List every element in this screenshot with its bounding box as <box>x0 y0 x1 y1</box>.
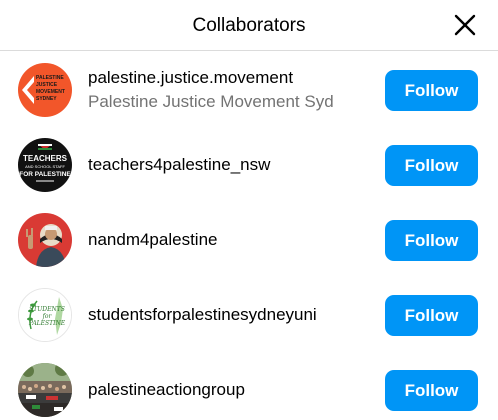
list-item: palestineactiongroup Follow <box>0 352 498 420</box>
follow-button[interactable]: Follow <box>385 295 478 336</box>
user-names: teachers4palestine_nsw <box>88 127 368 202</box>
avatar[interactable] <box>18 213 72 267</box>
username[interactable]: teachers4palestine_nsw <box>88 155 270 175</box>
avatar-text-line: JUSTICE <box>36 82 58 88</box>
dialog-header: Collaborators <box>0 0 498 51</box>
full-name: Palestine Justice Movement Syd <box>88 92 334 111</box>
avatar[interactable]: TEACHERS AND SCHOOL STAFF FOR PALESTINE <box>18 138 72 192</box>
follow-button[interactable]: Follow <box>385 220 478 261</box>
user-names: palestineactiongroup <box>88 352 368 420</box>
avatar-text-line: PALESTINE <box>36 75 64 81</box>
collaborators-dialog: Collaborators PALESTINE JUSTICE MOVEMENT… <box>0 0 498 420</box>
list-item: nandm4palestine Follow <box>0 202 498 277</box>
avatar-text-line: PALESTINE <box>28 320 66 327</box>
username[interactable]: palestine.justice.movement <box>88 68 293 88</box>
list-item: PALESTINE JUSTICE MOVEMENT SYDNEY palest… <box>0 52 498 127</box>
avatar-text-line: AND SCHOOL STAFF <box>25 164 65 169</box>
follow-button[interactable]: Follow <box>385 145 478 186</box>
avatar-text-line: FOR PALESTINE <box>19 171 71 178</box>
user-names: nandm4palestine <box>88 202 368 277</box>
avatar-text-line: SYDNEY <box>36 96 57 102</box>
list-item: TEACHERS AND SCHOOL STAFF FOR PALESTINE … <box>0 127 498 202</box>
avatar-text-line: STUDENTS <box>29 306 65 313</box>
follow-button[interactable]: Follow <box>385 70 478 111</box>
username[interactable]: palestineactiongroup <box>88 380 245 400</box>
dialog-title: Collaborators <box>192 15 306 36</box>
avatar[interactable] <box>18 363 72 417</box>
avatar[interactable]: PALESTINE JUSTICE MOVEMENT SYDNEY <box>18 63 72 117</box>
avatar-text-line: for <box>42 313 53 320</box>
user-names: palestine.justice.movement Palestine Jus… <box>88 52 368 127</box>
avatar[interactable]: STUDENTS for PALESTINE <box>18 288 72 342</box>
user-names: studentsforpalestinesydneyuni <box>88 277 368 352</box>
avatar-text-line: TEACHERS <box>23 154 68 163</box>
username[interactable]: nandm4palestine <box>88 230 217 250</box>
list-item: STUDENTS for PALESTINE studentsforpalest… <box>0 277 498 352</box>
follow-button[interactable]: Follow <box>385 370 478 411</box>
avatar-text-line: MOVEMENT <box>36 89 65 95</box>
username[interactable]: studentsforpalestinesydneyuni <box>88 305 317 325</box>
close-icon[interactable] <box>452 12 478 38</box>
